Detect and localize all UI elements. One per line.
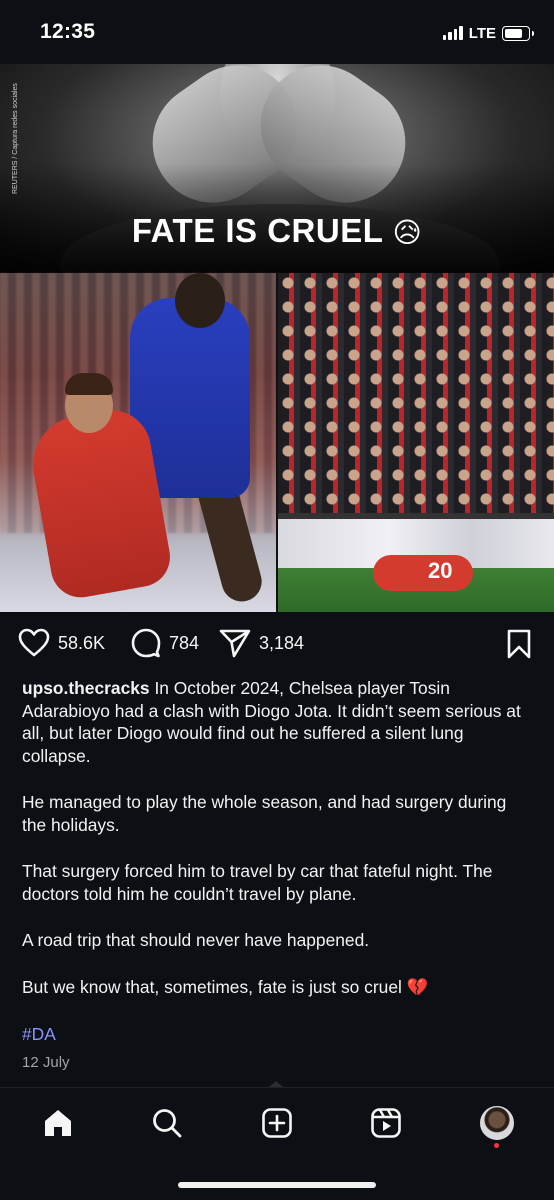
new-post-icon xyxy=(262,1108,292,1138)
post-image[interactable]: REUTERS / Captura redes sociales FATE IS… xyxy=(0,64,554,612)
reels-icon xyxy=(371,1108,401,1138)
like-button[interactable]: 58.6K xyxy=(18,628,105,658)
nav-reels[interactable] xyxy=(369,1106,403,1140)
image-headline: FATE IS CRUEL 😥 xyxy=(0,212,554,250)
post-actions: 58.6K 784 3,184 xyxy=(0,612,554,676)
signal-icon xyxy=(442,26,463,40)
home-icon xyxy=(45,1110,71,1136)
share-count: 3,184 xyxy=(259,632,305,653)
nav-profile[interactable] xyxy=(480,1106,514,1140)
username-link[interactable]: upso.thecracks xyxy=(22,678,150,698)
bookmark-icon xyxy=(507,629,531,659)
jersey-number: 20 xyxy=(428,558,453,583)
status-time: 12:35 xyxy=(40,20,96,43)
profile-avatar xyxy=(480,1106,514,1140)
heart-icon xyxy=(18,628,50,657)
battery-icon xyxy=(502,25,534,41)
home-indicator xyxy=(178,1182,376,1188)
caption-paragraph: That surgery forced him to travel by car… xyxy=(22,861,493,904)
save-button[interactable] xyxy=(506,629,532,664)
caption-paragraph: A road trip that should never have happe… xyxy=(22,930,370,950)
post-date: 12 July xyxy=(22,1054,70,1071)
caption-paragraph: upso.thecracks In October 2024, Chelsea … xyxy=(22,677,534,767)
headline-text: FATE IS CRUEL xyxy=(131,212,383,249)
photo-credit: REUTERS / Captura redes sociales xyxy=(12,83,19,194)
tackle-photo xyxy=(0,273,276,612)
hashtag-link[interactable]: #DA xyxy=(22,1024,56,1045)
send-icon xyxy=(219,629,251,658)
caption-paragraph: But we know that, sometimes, fate is jus… xyxy=(22,976,534,999)
banner-photo: REUTERS / Captura redes sociales FATE IS… xyxy=(0,64,554,324)
comment-count: 784 xyxy=(169,632,200,653)
comment-icon xyxy=(131,628,161,658)
post-caption: upso.thecracks In October 2024, Chelsea … xyxy=(22,677,534,1022)
sad-emoji: 😥 xyxy=(392,217,423,248)
fallen-player-photo: 20 xyxy=(278,273,554,612)
comment-button[interactable]: 784 xyxy=(131,628,199,658)
nav-search[interactable] xyxy=(150,1106,184,1140)
nav-new-post[interactable] xyxy=(260,1106,294,1140)
caption-text: But we know that, sometimes, fate is jus… xyxy=(22,976,402,997)
like-count: 58.6K xyxy=(58,632,106,653)
caption-paragraph: He managed to play the whole season, and… xyxy=(22,792,507,835)
status-icons: LTE xyxy=(442,22,534,44)
notification-dot xyxy=(494,1143,499,1148)
nav-home[interactable] xyxy=(41,1106,75,1140)
share-button[interactable]: 3,184 xyxy=(219,628,304,658)
status-bar: 12:35 LTE xyxy=(0,0,554,64)
broken-heart-emoji: 💔 xyxy=(406,976,429,997)
search-icon xyxy=(153,1109,182,1138)
network-type: LTE xyxy=(468,24,496,42)
